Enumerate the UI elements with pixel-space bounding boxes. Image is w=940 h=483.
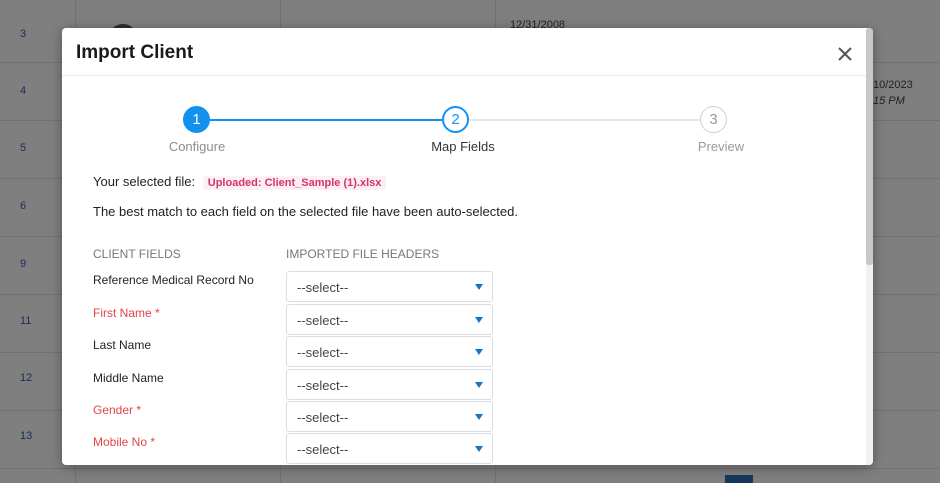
first-name-select[interactable]: --select--: [286, 304, 493, 335]
field-label-reference-mrn: Reference Medical Record No: [93, 273, 254, 287]
gender-select[interactable]: --select--: [286, 401, 493, 432]
dropdown-arrow-icon: [475, 284, 483, 290]
field-label-mobile-no: Mobile No *: [93, 435, 156, 449]
import-client-modal: Import Client 1 Configure 2 Map Fields 3…: [62, 28, 873, 465]
select-value: --select--: [297, 378, 349, 393]
auto-select-note: The best match to each field on the sele…: [93, 204, 518, 219]
step-number: 2: [442, 106, 469, 133]
step-connector: [469, 119, 700, 121]
modal-title: Import Client: [76, 42, 194, 63]
select-value: --select--: [297, 345, 349, 360]
stepper: 1 Configure 2 Map Fields 3 Preview: [62, 104, 873, 164]
field-label-last-name: Last Name: [93, 338, 152, 352]
dropdown-arrow-icon: [475, 446, 483, 452]
dropdown-arrow-icon: [475, 317, 483, 323]
step-connector: [210, 119, 442, 121]
imported-headers-header: IMPORTED FILE HEADERS: [286, 247, 440, 261]
selected-file-badge: Uploaded: Client_Sample (1).xlsx: [202, 176, 387, 190]
close-icon[interactable]: [837, 46, 853, 62]
dropdown-arrow-icon: [475, 349, 483, 355]
dropdown-arrow-icon: [475, 382, 483, 388]
dropdown-arrow-icon: [475, 414, 483, 420]
client-fields-header: CLIENT FIELDS: [93, 247, 181, 261]
field-label-first-name: First Name *: [93, 306, 160, 320]
select-value: --select--: [297, 442, 349, 457]
select-value: --select--: [297, 410, 349, 425]
last-name-select[interactable]: --select--: [286, 336, 493, 367]
step-label: Preview: [697, 139, 745, 154]
modal-header: Import Client: [62, 28, 873, 76]
select-value: --select--: [297, 280, 349, 295]
step-number: 1: [183, 106, 210, 133]
selected-file-label: Your selected file:: [93, 174, 196, 189]
middle-name-select[interactable]: --select--: [286, 369, 493, 400]
step-label: Configure: [168, 139, 226, 154]
step-number: 3: [700, 106, 727, 133]
mobile-no-select[interactable]: --select--: [286, 433, 493, 464]
selected-file-line: Your selected file: Uploaded: Client_Sam…: [93, 174, 387, 190]
modal-scrollbar[interactable]: [866, 28, 873, 465]
field-label-middle-name: Middle Name: [93, 371, 164, 385]
select-value: --select--: [297, 313, 349, 328]
field-label-gender: Gender *: [93, 403, 142, 417]
step-label: Map Fields: [431, 139, 495, 154]
reference-mrn-select[interactable]: --select--: [286, 271, 493, 302]
